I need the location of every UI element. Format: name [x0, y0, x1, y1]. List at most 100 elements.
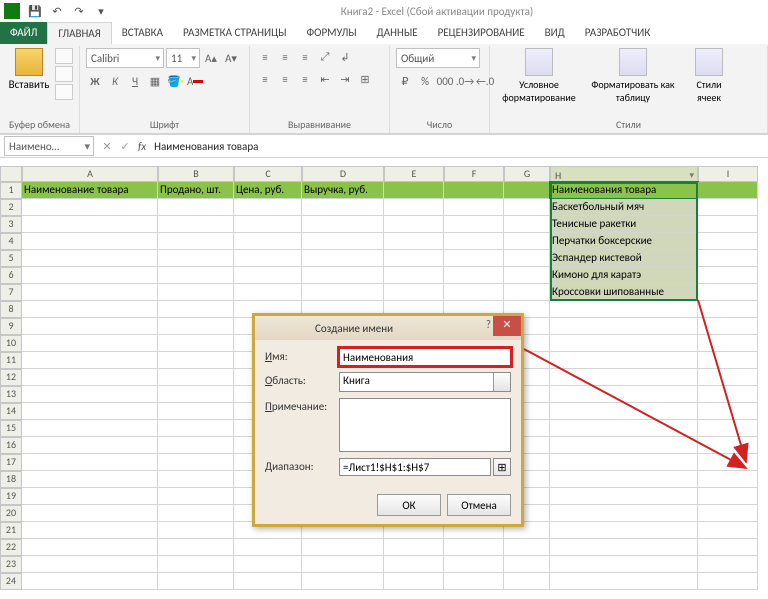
cell[interactable]	[698, 454, 758, 471]
tab-page-layout[interactable]: РАЗМЕТКА СТРАНИЦЫ	[173, 22, 297, 44]
cell[interactable]	[444, 216, 504, 233]
row-header[interactable]: 11	[0, 352, 22, 369]
cell[interactable]	[550, 437, 698, 454]
scope-select[interactable]: Книга▾	[339, 372, 511, 392]
row-header[interactable]: 14	[0, 403, 22, 420]
shrink-font-icon[interactable]: A▾	[222, 49, 240, 67]
cell[interactable]	[302, 267, 384, 284]
cell[interactable]	[158, 437, 234, 454]
cell[interactable]	[698, 522, 758, 539]
cell[interactable]	[158, 301, 234, 318]
currency-icon[interactable]: ₽	[396, 72, 414, 90]
fx-icon[interactable]: fx	[134, 140, 150, 153]
cell[interactable]	[22, 505, 158, 522]
cell[interactable]	[504, 267, 550, 284]
redo-icon[interactable]: ↷	[70, 2, 88, 20]
range-selector-icon[interactable]: ⊞	[493, 458, 511, 476]
name-input[interactable]	[339, 348, 511, 366]
cell[interactable]	[22, 573, 158, 590]
cell[interactable]	[444, 199, 504, 216]
cell[interactable]	[550, 301, 698, 318]
cell[interactable]	[22, 335, 158, 352]
cell[interactable]	[384, 267, 444, 284]
cell[interactable]	[384, 556, 444, 573]
cell[interactable]	[302, 199, 384, 216]
col-header-g[interactable]: G	[504, 166, 550, 182]
cell[interactable]	[22, 556, 158, 573]
cell[interactable]	[698, 573, 758, 590]
cell[interactable]: Перчатки боксерские	[550, 233, 698, 250]
cell[interactable]	[444, 573, 504, 590]
cell[interactable]	[444, 182, 504, 199]
cell[interactable]	[22, 420, 158, 437]
tab-file[interactable]: ФАЙЛ	[0, 22, 47, 44]
cell[interactable]	[444, 284, 504, 301]
cell[interactable]	[698, 216, 758, 233]
row-header[interactable]: 22	[0, 539, 22, 556]
cell[interactable]	[698, 233, 758, 250]
cell[interactable]	[302, 573, 384, 590]
cell[interactable]	[234, 199, 302, 216]
cell[interactable]	[384, 199, 444, 216]
cell[interactable]	[550, 420, 698, 437]
italic-button[interactable]: К	[106, 72, 124, 90]
align-left-icon[interactable]: ≡	[256, 70, 274, 88]
tab-developer[interactable]: РАЗРАБОТЧИК	[575, 22, 661, 44]
cell[interactable]	[158, 471, 234, 488]
cell[interactable]	[234, 573, 302, 590]
cell[interactable]	[698, 437, 758, 454]
cell[interactable]	[698, 403, 758, 420]
cell[interactable]	[22, 216, 158, 233]
cell[interactable]	[158, 556, 234, 573]
cell[interactable]: Продано, шт.	[158, 182, 234, 199]
row-header[interactable]: 15	[0, 420, 22, 437]
copy-button[interactable]	[55, 66, 73, 82]
row-header[interactable]: 6	[0, 267, 22, 284]
cell[interactable]	[504, 539, 550, 556]
font-size-select[interactable]: 11	[166, 48, 200, 68]
cell[interactable]	[234, 267, 302, 284]
cell[interactable]	[22, 369, 158, 386]
cell[interactable]	[504, 573, 550, 590]
cell[interactable]: Наименование товара	[22, 182, 158, 199]
cell[interactable]	[22, 522, 158, 539]
cell[interactable]	[158, 250, 234, 267]
dialog-help-icon[interactable]: ?	[486, 318, 491, 331]
inc-decimal-icon[interactable]: .0→	[456, 72, 474, 90]
bold-button[interactable]: Ж	[86, 72, 104, 90]
percent-icon[interactable]: %	[416, 72, 434, 90]
align-bottom-icon[interactable]: ≡	[296, 48, 314, 66]
cell[interactable]	[444, 539, 504, 556]
tab-data[interactable]: ДАННЫЕ	[367, 22, 428, 44]
cell[interactable]	[550, 539, 698, 556]
name-box[interactable]: Наимено…	[4, 136, 94, 156]
cell[interactable]	[384, 233, 444, 250]
cell[interactable]	[698, 386, 758, 403]
cell[interactable]	[444, 267, 504, 284]
row-header[interactable]: 18	[0, 471, 22, 488]
cell[interactable]	[698, 199, 758, 216]
cell[interactable]	[158, 505, 234, 522]
cell[interactable]	[504, 182, 550, 199]
ok-button[interactable]: ОК	[377, 494, 441, 516]
cell[interactable]	[504, 250, 550, 267]
row-header[interactable]: 16	[0, 437, 22, 454]
row-header[interactable]: 24	[0, 573, 22, 590]
cell[interactable]	[302, 556, 384, 573]
cell[interactable]	[22, 267, 158, 284]
cell[interactable]	[234, 539, 302, 556]
font-color-button[interactable]: A	[186, 72, 204, 90]
comment-textarea[interactable]	[339, 398, 511, 452]
borders-button[interactable]: ▦	[146, 72, 164, 90]
col-header-d[interactable]: D	[302, 166, 384, 182]
cell[interactable]	[158, 454, 234, 471]
cell[interactable]	[234, 233, 302, 250]
cell[interactable]	[22, 539, 158, 556]
row-header[interactable]: 5	[0, 250, 22, 267]
merge-center-icon[interactable]: ⊞	[356, 70, 374, 88]
cell[interactable]	[234, 250, 302, 267]
row-header[interactable]: 19	[0, 488, 22, 505]
cell[interactable]	[698, 471, 758, 488]
cell[interactable]	[302, 233, 384, 250]
cell[interactable]	[158, 369, 234, 386]
